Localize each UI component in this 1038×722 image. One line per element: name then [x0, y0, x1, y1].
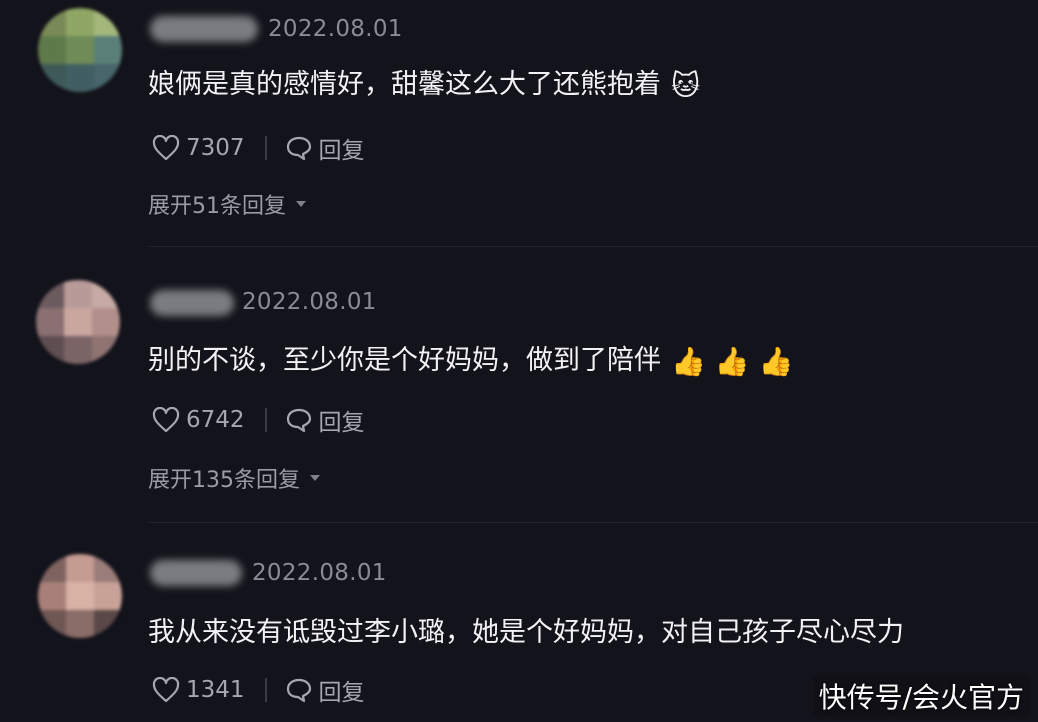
- speech-bubble-icon: [286, 678, 311, 703]
- comment-separator: [148, 522, 1038, 523]
- avatar[interactable]: [38, 8, 122, 92]
- heart-icon: [152, 135, 180, 161]
- like-button[interactable]: 7307: [152, 135, 245, 161]
- avatar[interactable]: [38, 554, 122, 638]
- expand-replies-button[interactable]: 展开51条回复: [148, 188, 306, 220]
- reply-button[interactable]: 回复: [285, 403, 365, 437]
- comment-list: 2022.08.01 娘俩是真的感情好，甜馨这么大了还熊抱着 🐱 7307 回复 …: [0, 0, 1038, 722]
- like-count: 7307: [186, 135, 245, 161]
- reply-button[interactable]: 回复: [285, 673, 365, 707]
- like-button[interactable]: 6742: [152, 407, 245, 433]
- expand-replies-button[interactable]: 展开135条回复: [148, 462, 320, 494]
- action-divider: [264, 408, 267, 432]
- caret-down-icon: [296, 201, 306, 207]
- reply-label: 回复: [318, 138, 365, 164]
- comment-text: 娘俩是真的感情好，甜馨这么大了还熊抱着 🐱: [148, 62, 700, 102]
- comment-date: 2022.08.01: [268, 16, 403, 42]
- heart-icon: [152, 677, 180, 703]
- thumbs-up-emoji-icon: 👍 👍 👍: [671, 345, 794, 378]
- speech-bubble-icon: [286, 136, 311, 161]
- watermark: 快传号/会火官方: [812, 676, 1030, 716]
- comment-actions: 7307 回复: [152, 130, 365, 166]
- comment-text-content: 娘俩是真的感情好，甜馨这么大了还熊抱着: [148, 69, 661, 100]
- username-blurred[interactable]: [150, 290, 234, 316]
- expand-replies-label: 展开51条回复: [148, 194, 286, 219]
- heart-icon: [152, 407, 180, 433]
- caret-down-icon: [310, 475, 320, 481]
- comment-actions: 6742 回复: [152, 402, 365, 438]
- like-button[interactable]: 1341: [152, 677, 245, 703]
- reply-label: 回复: [318, 680, 365, 706]
- like-count: 6742: [186, 407, 245, 433]
- comment-text: 别的不谈，至少你是个好妈妈，做到了陪伴 👍 👍 👍: [148, 338, 793, 378]
- comment-separator: [148, 246, 1038, 247]
- username-blurred[interactable]: [150, 16, 258, 42]
- speech-bubble-icon: [286, 408, 311, 433]
- comment-actions: 1341 回复: [152, 672, 365, 708]
- comment-text-content: 我从来没有诋毁过李小璐，她是个好妈妈，对自己孩子尽心尽力: [148, 617, 904, 648]
- comment-text-content: 别的不谈，至少你是个好妈妈，做到了陪伴: [148, 345, 661, 376]
- reply-button[interactable]: 回复: [285, 131, 365, 165]
- username-blurred[interactable]: [150, 560, 242, 586]
- like-count: 1341: [186, 677, 245, 703]
- action-divider: [264, 678, 267, 702]
- comment-date: 2022.08.01: [242, 289, 377, 315]
- cat-emoji-icon: 🐱: [671, 69, 701, 102]
- reply-label: 回复: [318, 410, 365, 436]
- comment-date: 2022.08.01: [252, 560, 387, 586]
- expand-replies-label: 展开135条回复: [148, 468, 300, 493]
- comment-text: 我从来没有诋毁过李小璐，她是个好妈妈，对自己孩子尽心尽力: [148, 610, 904, 649]
- action-divider: [264, 136, 267, 160]
- avatar[interactable]: [36, 280, 120, 364]
